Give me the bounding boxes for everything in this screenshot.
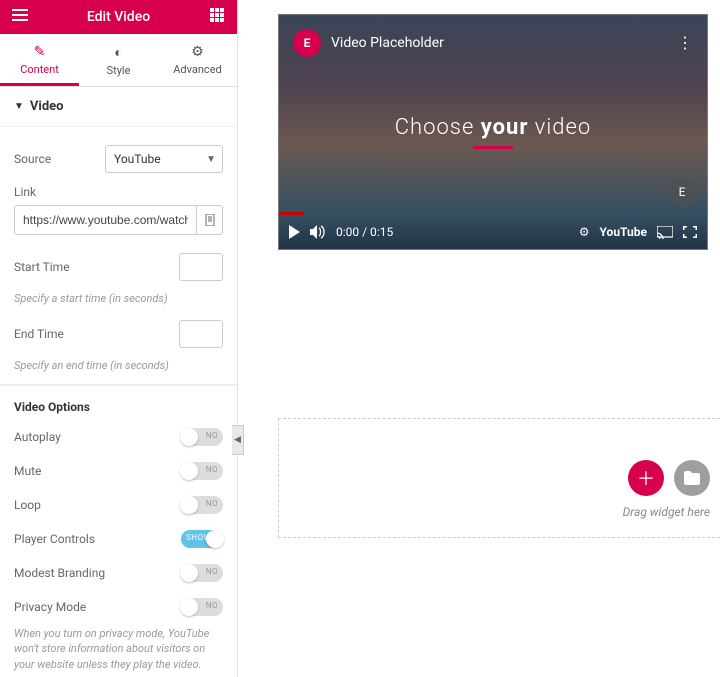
widgets-icon[interactable] bbox=[207, 8, 227, 26]
end-time-label: End Time bbox=[14, 327, 64, 341]
player-controls-label: Player Controls bbox=[14, 532, 95, 546]
panel-header: Edit Video bbox=[0, 0, 237, 34]
start-time-label: Start Time bbox=[14, 260, 70, 274]
video-preview[interactable]: E Video Placeholder ⋮ Choose your video … bbox=[278, 14, 708, 250]
privacy-mode-help: When you turn on privacy mode, YouTube w… bbox=[14, 626, 223, 672]
link-input[interactable] bbox=[14, 205, 197, 235]
dynamic-tags-button[interactable] bbox=[197, 205, 223, 235]
link-label: Link bbox=[14, 185, 223, 199]
modest-branding-toggle[interactable]: NO bbox=[181, 564, 223, 582]
dropzone[interactable]: ＋ Drag widget here bbox=[278, 418, 720, 538]
tab-advanced[interactable]: ⚙ Advanced bbox=[158, 34, 237, 86]
contrast-icon: ◐ bbox=[79, 44, 158, 61]
panel-title: Edit Video bbox=[87, 9, 150, 25]
privacy-mode-toggle[interactable]: NO bbox=[181, 598, 223, 616]
add-section-button[interactable]: ＋ bbox=[628, 460, 664, 496]
end-time-input[interactable] bbox=[179, 320, 223, 348]
drag-hint: Drag widget here bbox=[623, 505, 710, 519]
tabs: ✎ Content ◐ Style ⚙ Advanced bbox=[0, 34, 237, 87]
youtube-logo[interactable]: YouTube bbox=[600, 225, 648, 239]
modest-branding-label: Modest Branding bbox=[14, 566, 105, 580]
volume-icon[interactable] bbox=[310, 225, 326, 239]
mute-toggle[interactable]: NO bbox=[181, 462, 223, 480]
edit-handle-icon[interactable]: E bbox=[667, 177, 697, 207]
fullscreen-icon[interactable] bbox=[683, 226, 697, 238]
more-icon[interactable]: ⋮ bbox=[677, 33, 693, 52]
loop-toggle[interactable]: NO bbox=[181, 496, 223, 514]
cast-icon[interactable] bbox=[657, 226, 673, 239]
settings-icon[interactable]: ⚙ bbox=[579, 225, 590, 239]
source-label: Source bbox=[14, 152, 51, 166]
tab-style[interactable]: ◐ Style bbox=[79, 34, 158, 86]
end-time-help: Specify an end time (in seconds) bbox=[14, 358, 223, 373]
source-select[interactable]: YouTube ▼ bbox=[105, 145, 223, 173]
start-time-input[interactable] bbox=[179, 253, 223, 281]
autoplay-toggle[interactable]: NO bbox=[181, 428, 223, 446]
start-time-help: Specify a start time (in seconds) bbox=[14, 291, 223, 306]
collapse-panel-button[interactable]: ◀ bbox=[232, 425, 244, 455]
mute-label: Mute bbox=[14, 464, 41, 478]
video-options-header: Video Options bbox=[14, 400, 223, 414]
player-controls-toggle[interactable]: SHOW bbox=[181, 530, 223, 548]
loop-label: Loop bbox=[14, 498, 41, 512]
tab-content[interactable]: ✎ Content bbox=[0, 34, 79, 86]
play-icon[interactable] bbox=[289, 225, 300, 239]
autoplay-label: Autoplay bbox=[14, 430, 61, 444]
video-title: Video Placeholder bbox=[331, 35, 444, 51]
section-video-header[interactable]: ▼ Video bbox=[0, 87, 237, 127]
time-display: 0:00 / 0:15 bbox=[336, 225, 393, 239]
privacy-mode-label: Privacy Mode bbox=[14, 600, 86, 614]
menu-icon[interactable] bbox=[10, 9, 30, 25]
pencil-icon: ✎ bbox=[0, 44, 79, 60]
gear-icon: ⚙ bbox=[158, 44, 237, 60]
preview-canvas: E Video Placeholder ⋮ Choose your video … bbox=[238, 0, 720, 677]
chevron-down-icon: ▼ bbox=[206, 154, 216, 165]
elementor-badge-icon: E bbox=[293, 29, 321, 57]
video-caption: Choose your video bbox=[395, 115, 591, 149]
add-template-button[interactable] bbox=[674, 460, 710, 496]
caret-down-icon: ▼ bbox=[14, 101, 24, 112]
